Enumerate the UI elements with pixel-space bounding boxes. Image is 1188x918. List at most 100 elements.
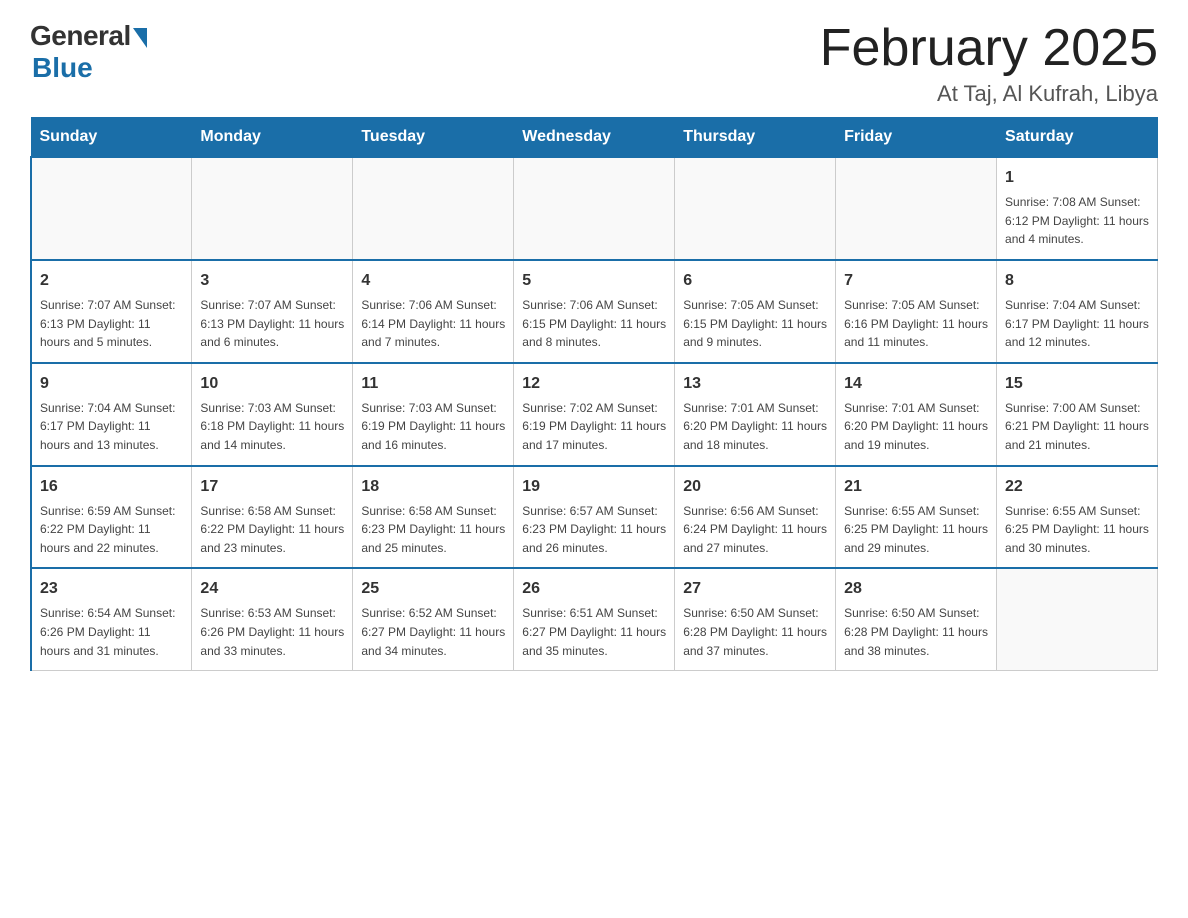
day-number: 13 [683,372,827,396]
day-number: 22 [1005,475,1149,499]
calendar-day-cell: 7 Sunrise: 7:05 AM Sunset: 6:16 PM Daylig… [836,260,997,363]
day-number: 8 [1005,269,1149,293]
calendar-day-cell [836,157,997,260]
calendar-day-cell: 19 Sunrise: 6:57 AM Sunset: 6:23 PM Dayli… [514,466,675,569]
calendar-header-saturday: Saturday [997,118,1158,158]
calendar-header-friday: Friday [836,118,997,158]
calendar-day-cell [997,568,1158,670]
day-info: Sunrise: 6:58 AM Sunset: 6:23 PM Dayligh… [361,502,505,558]
day-number: 10 [200,372,344,396]
title-section: February 2025 At Taj, Al Kufrah, Libya [820,20,1158,107]
day-info: Sunrise: 7:06 AM Sunset: 6:15 PM Dayligh… [522,296,666,352]
day-number: 28 [844,577,988,601]
day-info: Sunrise: 7:02 AM Sunset: 6:19 PM Dayligh… [522,399,666,455]
calendar-week-row: 2 Sunrise: 7:07 AM Sunset: 6:13 PM Daylig… [31,260,1158,363]
day-number: 5 [522,269,666,293]
calendar-week-row: 1Sunrise: 7:08 AM Sunset: 6:12 PM Daylig… [31,157,1158,260]
logo-arrow-icon [133,28,147,48]
calendar-day-cell: 1Sunrise: 7:08 AM Sunset: 6:12 PM Daylig… [997,157,1158,260]
calendar-day-cell: 14 Sunrise: 7:01 AM Sunset: 6:20 PM Dayli… [836,363,997,466]
day-number: 3 [200,269,344,293]
page-title: February 2025 [820,20,1158,77]
day-number: 27 [683,577,827,601]
calendar-table: SundayMondayTuesdayWednesdayThursdayFrid… [30,117,1158,671]
day-number: 21 [844,475,988,499]
calendar-header-sunday: Sunday [31,118,192,158]
calendar-day-cell: 20 Sunrise: 6:56 AM Sunset: 6:24 PM Dayli… [675,466,836,569]
calendar-week-row: 9 Sunrise: 7:04 AM Sunset: 6:17 PM Daylig… [31,363,1158,466]
day-info: Sunrise: 6:58 AM Sunset: 6:22 PM Dayligh… [200,502,344,558]
day-number: 19 [522,475,666,499]
day-info: Sunrise: 6:54 AM Sunset: 6:26 PM Dayligh… [40,604,183,660]
day-number: 16 [40,475,183,499]
calendar-day-cell: 21 Sunrise: 6:55 AM Sunset: 6:25 PM Dayli… [836,466,997,569]
calendar-day-cell [514,157,675,260]
day-info: Sunrise: 7:06 AM Sunset: 6:14 PM Dayligh… [361,296,505,352]
calendar-day-cell: 27Sunrise: 6:50 AM Sunset: 6:28 PM Dayli… [675,568,836,670]
calendar-day-cell: 8 Sunrise: 7:04 AM Sunset: 6:17 PM Daylig… [997,260,1158,363]
day-info: Sunrise: 6:59 AM Sunset: 6:22 PM Dayligh… [40,502,183,558]
calendar-header-thursday: Thursday [675,118,836,158]
day-info: Sunrise: 7:01 AM Sunset: 6:20 PM Dayligh… [844,399,988,455]
day-number: 14 [844,372,988,396]
calendar-header-row: SundayMondayTuesdayWednesdayThursdayFrid… [31,118,1158,158]
day-info: Sunrise: 6:56 AM Sunset: 6:24 PM Dayligh… [683,502,827,558]
day-number: 20 [683,475,827,499]
day-number: 26 [522,577,666,601]
day-number: 25 [361,577,505,601]
day-info: Sunrise: 6:53 AM Sunset: 6:26 PM Dayligh… [200,604,344,660]
calendar-week-row: 16 Sunrise: 6:59 AM Sunset: 6:22 PM Dayli… [31,466,1158,569]
calendar-day-cell: 26 Sunrise: 6:51 AM Sunset: 6:27 PM Dayli… [514,568,675,670]
calendar-header-tuesday: Tuesday [353,118,514,158]
calendar-week-row: 23 Sunrise: 6:54 AM Sunset: 6:26 PM Dayli… [31,568,1158,670]
day-info: Sunrise: 7:05 AM Sunset: 6:15 PM Dayligh… [683,296,827,352]
day-number: 17 [200,475,344,499]
calendar-day-cell: 13 Sunrise: 7:01 AM Sunset: 6:20 PM Dayli… [675,363,836,466]
day-info: Sunrise: 6:57 AM Sunset: 6:23 PM Dayligh… [522,502,666,558]
calendar-day-cell: 24 Sunrise: 6:53 AM Sunset: 6:26 PM Dayli… [192,568,353,670]
day-number: 7 [844,269,988,293]
calendar-day-cell: 6 Sunrise: 7:05 AM Sunset: 6:15 PM Daylig… [675,260,836,363]
calendar-day-cell: 22 Sunrise: 6:55 AM Sunset: 6:25 PM Dayli… [997,466,1158,569]
day-info: Sunrise: 7:01 AM Sunset: 6:20 PM Dayligh… [683,399,827,455]
day-info: Sunrise: 7:05 AM Sunset: 6:16 PM Dayligh… [844,296,988,352]
calendar-day-cell: 15Sunrise: 7:00 AM Sunset: 6:21 PM Dayli… [997,363,1158,466]
logo-general-text: General [30,20,131,52]
day-number: 23 [40,577,183,601]
day-number: 24 [200,577,344,601]
day-info: Sunrise: 7:04 AM Sunset: 6:17 PM Dayligh… [1005,296,1149,352]
day-number: 6 [683,269,827,293]
day-number: 18 [361,475,505,499]
day-info: Sunrise: 7:04 AM Sunset: 6:17 PM Dayligh… [40,399,183,455]
calendar-header-monday: Monday [192,118,353,158]
day-number: 4 [361,269,505,293]
calendar-day-cell: 23 Sunrise: 6:54 AM Sunset: 6:26 PM Dayli… [31,568,192,670]
day-info: Sunrise: 6:52 AM Sunset: 6:27 PM Dayligh… [361,604,505,660]
calendar-day-cell: 16 Sunrise: 6:59 AM Sunset: 6:22 PM Dayli… [31,466,192,569]
day-info: Sunrise: 7:07 AM Sunset: 6:13 PM Dayligh… [200,296,344,352]
calendar-day-cell: 3 Sunrise: 7:07 AM Sunset: 6:13 PM Daylig… [192,260,353,363]
calendar-day-cell: 18 Sunrise: 6:58 AM Sunset: 6:23 PM Dayli… [353,466,514,569]
calendar-day-cell: 2 Sunrise: 7:07 AM Sunset: 6:13 PM Daylig… [31,260,192,363]
day-info: Sunrise: 6:51 AM Sunset: 6:27 PM Dayligh… [522,604,666,660]
day-number: 9 [40,372,183,396]
calendar-day-cell: 5 Sunrise: 7:06 AM Sunset: 6:15 PM Daylig… [514,260,675,363]
day-number: 1 [1005,166,1149,190]
day-number: 11 [361,372,505,396]
calendar-day-cell: 11Sunrise: 7:03 AM Sunset: 6:19 PM Dayli… [353,363,514,466]
calendar-day-cell: 10Sunrise: 7:03 AM Sunset: 6:18 PM Dayli… [192,363,353,466]
day-info: Sunrise: 7:07 AM Sunset: 6:13 PM Dayligh… [40,296,183,352]
calendar-day-cell: 12Sunrise: 7:02 AM Sunset: 6:19 PM Dayli… [514,363,675,466]
calendar-day-cell: 25 Sunrise: 6:52 AM Sunset: 6:27 PM Dayli… [353,568,514,670]
calendar-day-cell: 9 Sunrise: 7:04 AM Sunset: 6:17 PM Daylig… [31,363,192,466]
calendar-day-cell [353,157,514,260]
day-number: 2 [40,269,183,293]
logo: General Blue [30,20,147,84]
page-header: General Blue February 2025 At Taj, Al Ku… [30,20,1158,107]
calendar-day-cell [675,157,836,260]
day-info: Sunrise: 6:55 AM Sunset: 6:25 PM Dayligh… [1005,502,1149,558]
day-number: 15 [1005,372,1149,396]
logo-blue-text: Blue [32,52,93,84]
calendar-day-cell [192,157,353,260]
day-info: Sunrise: 6:55 AM Sunset: 6:25 PM Dayligh… [844,502,988,558]
